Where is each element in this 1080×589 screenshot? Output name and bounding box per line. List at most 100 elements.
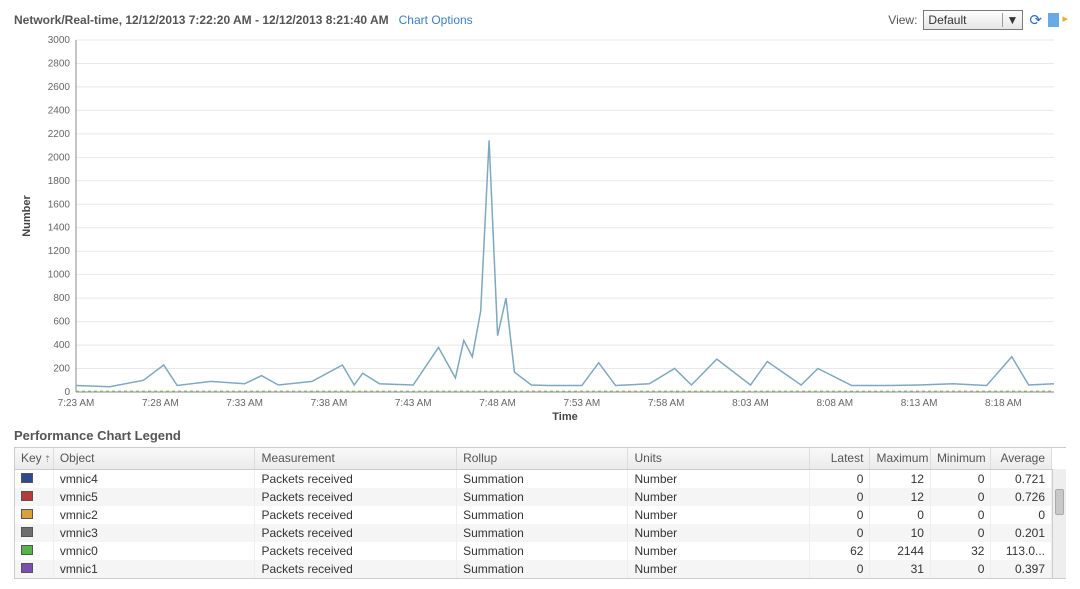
latest-cell: 62 (809, 542, 869, 560)
object-cell: vmnic2 (53, 506, 255, 524)
svg-text:7:38 AM: 7:38 AM (311, 398, 348, 409)
latest-cell: 0 (809, 488, 869, 506)
svg-text:8:13 AM: 8:13 AM (901, 398, 938, 409)
svg-text:7:33 AM: 7:33 AM (226, 398, 263, 409)
scrollbar-thumb[interactable] (1055, 489, 1064, 515)
svg-text:1400: 1400 (48, 223, 71, 234)
svg-text:Number: Number (21, 195, 33, 237)
line-chart: 0200400600800100012001400160018002000220… (14, 34, 1066, 422)
minimum-cell: 32 (930, 542, 990, 560)
latest-cell: 0 (809, 560, 869, 578)
measurement-cell: Packets received (255, 542, 457, 560)
chart-area: 0200400600800100012001400160018002000220… (14, 34, 1066, 422)
svg-text:1600: 1600 (48, 199, 71, 210)
minimum-cell: 0 (930, 524, 990, 542)
col-units[interactable]: Units (628, 448, 809, 469)
swatch-cell (15, 506, 53, 524)
view-select[interactable]: Default ▼ (923, 10, 1023, 30)
maximum-cell: 31 (870, 560, 930, 578)
units-cell: Number (628, 542, 809, 560)
col-maximum[interactable]: Maximum (870, 448, 930, 469)
maximum-cell: 12 (870, 488, 930, 506)
rollup-cell: Summation (457, 506, 628, 524)
col-average[interactable]: Average (991, 448, 1052, 469)
svg-text:7:43 AM: 7:43 AM (395, 398, 432, 409)
col-minimum[interactable]: Minimum (930, 448, 990, 469)
col-measurement[interactable]: Measurement (255, 448, 457, 469)
svg-text:1800: 1800 (48, 176, 71, 187)
svg-text:200: 200 (53, 364, 70, 375)
average-cell: 0.201 (991, 524, 1052, 542)
chart-toolbar: Network/Real-time, 12/12/2013 7:22:20 AM… (14, 10, 1066, 30)
rollup-cell: Summation (457, 560, 628, 578)
legend-scrollbar[interactable] (1052, 469, 1066, 578)
units-cell: Number (628, 506, 809, 524)
svg-text:2000: 2000 (48, 152, 71, 163)
col-latest[interactable]: Latest (809, 448, 869, 469)
svg-text:0: 0 (64, 387, 70, 398)
minimum-cell: 0 (930, 506, 990, 524)
rollup-cell: Summation (457, 488, 628, 506)
table-row[interactable]: vmnic3Packets receivedSummationNumber010… (15, 524, 1052, 542)
swatch-cell (15, 469, 53, 488)
legend-table: Key⇡ Object Measurement Rollup Units Lat… (15, 448, 1052, 578)
svg-text:8:08 AM: 8:08 AM (816, 398, 853, 409)
latest-cell: 0 (809, 524, 869, 542)
average-cell: 0.726 (991, 488, 1052, 506)
units-cell: Number (628, 524, 809, 542)
svg-text:600: 600 (53, 317, 70, 328)
svg-text:400: 400 (53, 340, 70, 351)
measurement-cell: Packets received (255, 524, 457, 542)
rollup-cell: Summation (457, 542, 628, 560)
svg-text:7:58 AM: 7:58 AM (648, 398, 685, 409)
measurement-cell: Packets received (255, 560, 457, 578)
rollup-cell: Summation (457, 524, 628, 542)
col-object[interactable]: Object (53, 448, 255, 469)
svg-text:2600: 2600 (48, 82, 71, 93)
measurement-cell: Packets received (255, 488, 457, 506)
svg-text:7:28 AM: 7:28 AM (142, 398, 179, 409)
measurement-cell: Packets received (255, 469, 457, 488)
export-icon[interactable] (1048, 13, 1066, 27)
view-select-value: Default (928, 13, 966, 27)
swatch-cell (15, 524, 53, 542)
table-row[interactable]: vmnic2Packets receivedSummationNumber000… (15, 506, 1052, 524)
measurement-cell: Packets received (255, 506, 457, 524)
minimum-cell: 0 (930, 488, 990, 506)
maximum-cell: 10 (870, 524, 930, 542)
table-row[interactable]: vmnic0Packets receivedSummationNumber622… (15, 542, 1052, 560)
chevron-down-icon: ▼ (1002, 13, 1019, 27)
table-row[interactable]: vmnic4Packets receivedSummationNumber012… (15, 469, 1052, 488)
svg-text:1200: 1200 (48, 246, 71, 257)
legend-heading: Performance Chart Legend (14, 428, 1066, 443)
svg-text:7:48 AM: 7:48 AM (479, 398, 516, 409)
svg-text:2200: 2200 (48, 129, 71, 140)
sort-icon: ⇡ (44, 454, 52, 464)
average-cell: 113.0... (991, 542, 1052, 560)
refresh-icon[interactable]: ⟳ (1029, 11, 1042, 29)
table-row[interactable]: vmnic5Packets receivedSummationNumber012… (15, 488, 1052, 506)
latest-cell: 0 (809, 469, 869, 488)
object-cell: vmnic0 (53, 542, 255, 560)
table-row[interactable]: vmnic1Packets receivedSummationNumber031… (15, 560, 1052, 578)
col-rollup[interactable]: Rollup (457, 448, 628, 469)
svg-text:2400: 2400 (48, 105, 71, 116)
object-cell: vmnic4 (53, 469, 255, 488)
average-cell: 0 (991, 506, 1052, 524)
rollup-cell: Summation (457, 469, 628, 488)
svg-text:8:18 AM: 8:18 AM (985, 398, 1022, 409)
swatch-cell (15, 488, 53, 506)
legend-header-row: Key⇡ Object Measurement Rollup Units Lat… (15, 448, 1052, 469)
chart-options-link[interactable]: Chart Options (399, 13, 473, 27)
svg-text:3000: 3000 (48, 35, 71, 46)
average-cell: 0.397 (991, 560, 1052, 578)
maximum-cell: 0 (870, 506, 930, 524)
svg-text:2800: 2800 (48, 58, 71, 69)
average-cell: 0.721 (991, 469, 1052, 488)
swatch-cell (15, 560, 53, 578)
col-key[interactable]: Key⇡ (15, 448, 53, 469)
minimum-cell: 0 (930, 469, 990, 488)
object-cell: vmnic3 (53, 524, 255, 542)
svg-text:8:03 AM: 8:03 AM (732, 398, 769, 409)
svg-text:800: 800 (53, 293, 70, 304)
